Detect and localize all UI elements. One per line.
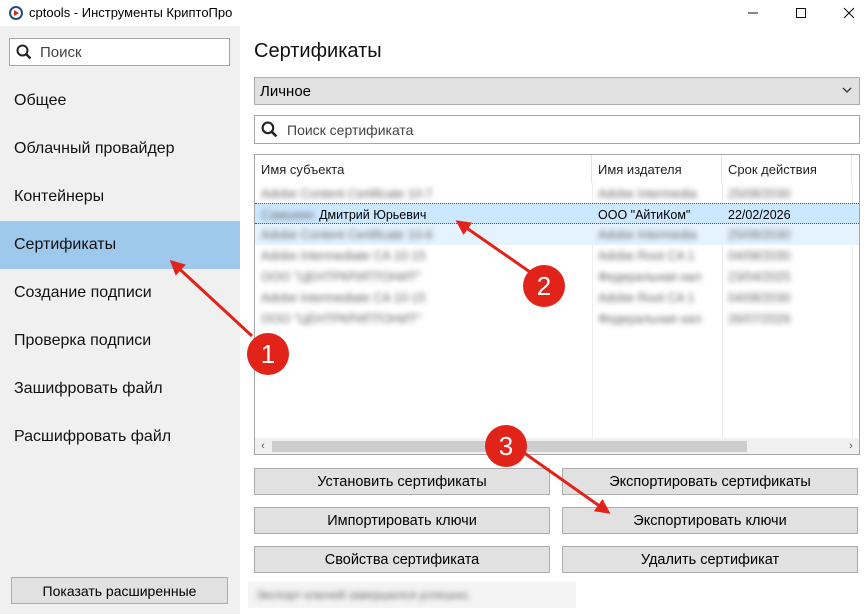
maximize-button[interactable] — [778, 0, 824, 26]
maximize-icon — [796, 8, 806, 18]
sidebar-item-create-signature[interactable]: Создание подписи — [0, 269, 240, 317]
cell-subject-name: Дмитрий Юрьевич — [319, 207, 427, 222]
cell-subject: Самыкин Дмитрий Юрьевич — [255, 204, 592, 225]
sidebar-item-encrypt-file[interactable]: Зашифровать файл — [0, 365, 240, 413]
cell-expires: 25/08/2030 — [728, 186, 791, 201]
app-logo-icon — [9, 6, 23, 20]
table-row[interactable]: Adobe Intermediate CA 10-15 Adobe Root C… — [255, 245, 859, 266]
sidebar-item-containers[interactable]: Контейнеры — [0, 173, 240, 221]
store-select-value: Личное — [260, 82, 312, 100]
import-keys-button[interactable]: Импортировать ключи — [254, 507, 550, 534]
column-header-subject[interactable]: Имя субъекта — [255, 155, 592, 183]
title-bar: cptools - Инструменты КриптоПро — [0, 0, 868, 26]
export-keys-button[interactable]: Экспортировать ключи — [562, 507, 858, 534]
column-header-expires[interactable]: Срок действия — [722, 155, 852, 183]
cell-issuer: Федеральная нал — [598, 269, 702, 284]
chevron-down-icon — [842, 87, 852, 93]
status-message: Экспорт ключей завершился успешно. — [248, 582, 576, 608]
cell-issuer: Adobe Intermedia — [598, 186, 697, 201]
cell-subject: Adobe Content Certificate 10-7 — [261, 186, 433, 201]
cell-subject: Adobe Intermediate CA 10-15 — [261, 248, 426, 263]
annotation-badge-2: 2 — [523, 265, 565, 307]
cell-issuer: Adobe Root CA 1 — [598, 248, 695, 263]
search-icon — [16, 44, 32, 60]
show-advanced-button[interactable]: Показать расширенные — [11, 577, 228, 604]
close-button[interactable] — [826, 0, 868, 26]
certificate-properties-button[interactable]: Свойства сертификата — [254, 546, 550, 573]
install-certificates-button[interactable]: Установить сертификаты — [254, 468, 550, 495]
cell-issuer: Федеральная нал — [598, 311, 702, 326]
search-icon — [261, 121, 278, 138]
cell-subject: ООО "ЦЕНТРКРИПТОНИТ" — [261, 311, 422, 326]
certificates-table: Имя субъекта Имя издателя Срок действия … — [254, 154, 860, 455]
cell-subject-hidden: Самыкин — [261, 207, 315, 222]
annotation-badge-3: 3 — [485, 425, 527, 467]
cell-subject: Adobe Content Certificate 10-6 — [261, 227, 433, 242]
table-header: Имя субъекта Имя издателя Срок действия — [255, 155, 859, 183]
table-row-selected[interactable]: Самыкин Дмитрий Юрьевич ООО "АйтиКом" 22… — [255, 203, 859, 224]
cell-expires: 04/08/2030 — [728, 290, 791, 305]
minimize-icon — [748, 12, 758, 14]
sidebar-item-general[interactable]: Общее — [0, 77, 240, 125]
certificate-search-input[interactable] — [287, 120, 847, 140]
table-row[interactable]: Adobe Content Certificate 10-7 Adobe Int… — [255, 183, 859, 204]
table-row[interactable]: Adobe Content Certificate 10-6 Adobe Int… — [255, 224, 859, 245]
sidebar: Общее Облачный провайдер Контейнеры Серт… — [0, 26, 240, 614]
delete-certificate-button[interactable]: Удалить сертификат — [562, 546, 858, 573]
column-header-issuer[interactable]: Имя издателя — [592, 155, 722, 183]
certificate-search-box[interactable] — [254, 115, 860, 144]
sidebar-search-input[interactable] — [40, 42, 225, 62]
sidebar-item-decrypt-file[interactable]: Расшифровать файл — [0, 413, 240, 461]
scroll-right-icon[interactable]: › — [845, 440, 857, 452]
sidebar-item-certificates[interactable]: Сертификаты — [0, 221, 240, 269]
store-select[interactable]: Личное — [254, 77, 860, 105]
sidebar-search-box[interactable] — [9, 38, 230, 66]
export-certificates-button[interactable]: Экспортировать сертификаты — [562, 468, 858, 495]
cell-expires: 25/08/2030 — [728, 227, 791, 242]
scroll-left-icon[interactable]: ‹ — [257, 440, 269, 452]
page-title: Сертификаты — [254, 40, 382, 62]
horizontal-scrollbar[interactable]: ‹ › — [255, 438, 859, 454]
cell-expires: 26/07/2026 — [728, 311, 791, 326]
cell-issuer: ООО "АйтиКом" — [598, 207, 691, 222]
annotation-badge-1: 1 — [247, 333, 289, 375]
status-text: Экспорт ключей завершился успешно. — [256, 588, 471, 602]
cell-expires: 04/08/2030 — [728, 248, 791, 263]
window-title: cptools - Инструменты КриптоПро — [29, 5, 233, 20]
minimize-button[interactable] — [730, 0, 776, 26]
cell-expires: 22/02/2026 — [728, 207, 791, 222]
table-row[interactable]: ООО "ЦЕНТРКРИПТОНИТ" Федеральная нал 26/… — [255, 308, 859, 329]
cell-issuer: Adobe Root CA 1 — [598, 290, 695, 305]
cell-issuer: Adobe Intermedia — [598, 227, 697, 242]
cell-expires: 23/04/2025 — [728, 269, 791, 284]
sidebar-item-cloud-provider[interactable]: Облачный провайдер — [0, 125, 240, 173]
sidebar-item-verify-signature[interactable]: Проверка подписи — [0, 317, 240, 365]
close-icon — [843, 7, 855, 19]
